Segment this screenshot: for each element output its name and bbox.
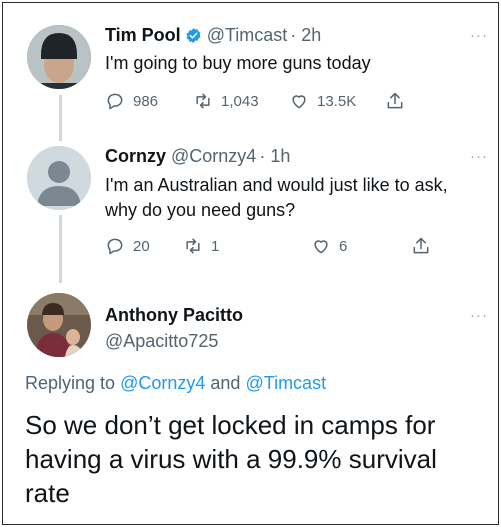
default-profile-icon [27, 146, 91, 210]
mention-link[interactable]: @Timcast [245, 373, 326, 393]
person-photo-icon [27, 293, 91, 357]
tweet-text-line: I'm an Australian and would just like to… [105, 175, 448, 195]
tweet-actions: 20 1 6 [105, 236, 439, 256]
more-options-icon[interactable]: ··· [470, 148, 488, 165]
share-icon [387, 92, 403, 109]
retweet-icon [196, 93, 210, 109]
share-button[interactable] [411, 236, 439, 256]
retweet-icon [186, 238, 200, 254]
person-photo-icon [27, 25, 91, 89]
display-name[interactable]: Cornzy [105, 146, 166, 167]
like-count: 13.5K [317, 92, 357, 110]
reply-icon [107, 238, 123, 255]
retweet-button[interactable]: 1,043 [193, 91, 289, 111]
tweet-text: I'm going to buy more guns today [105, 53, 371, 73]
share-button[interactable] [385, 91, 413, 111]
like-count: 6 [339, 237, 348, 255]
reply-count: 20 [133, 237, 150, 255]
reply-icon [107, 93, 123, 110]
tweet-text-line: why do you need guns? [105, 200, 296, 220]
like-button[interactable]: 6 [311, 236, 411, 256]
reply-text-line: rate [25, 478, 70, 508]
retweet-count: 1,043 [221, 92, 259, 110]
screenshot-frame: Tim Pool @Timcast · 2h ··· I'm going to … [2, 2, 499, 525]
reply-header-handle: @Apacitto725 [105, 331, 218, 352]
handle[interactable]: @Apacitto725 [105, 331, 218, 352]
handle[interactable]: @Timcast [207, 25, 288, 46]
retweet-button[interactable]: 1 [183, 236, 311, 256]
reply-count: 986 [133, 92, 159, 110]
heart-icon [314, 240, 328, 254]
verified-badge-icon [186, 28, 201, 43]
reply-text-line: So we don’t get locked in camps for [25, 410, 436, 440]
tweet-actions: 986 1,043 13.5K [105, 91, 413, 111]
reply-button[interactable]: 986 [105, 91, 193, 111]
replying-to-and: and [210, 373, 241, 393]
share-icon [413, 237, 429, 254]
mention-link[interactable]: @Cornzy4 [120, 373, 205, 393]
display-name[interactable]: Anthony Pacitto [105, 305, 243, 326]
like-button[interactable]: 13.5K [289, 91, 385, 111]
replying-to-line: Replying to @Cornzy4 and @Timcast [25, 373, 326, 394]
retweet-count: 1 [211, 237, 220, 255]
more-options-icon[interactable]: ··· [470, 27, 488, 44]
thread-line [59, 215, 62, 283]
reply-text-line: having a virus with a 99.9% survival [25, 444, 437, 474]
heart-icon [292, 95, 306, 109]
avatar-tim-pool[interactable] [27, 25, 91, 89]
more-options-icon[interactable]: ··· [470, 307, 488, 324]
timestamp[interactable]: · 2h [290, 25, 321, 46]
tweet-header: Tim Pool @Timcast · 2h [105, 25, 321, 46]
tweet-header: Cornzy @Cornzy4 · 1h [105, 146, 290, 167]
avatar-anthony-pacitto[interactable] [27, 293, 91, 357]
thread-line [59, 95, 62, 141]
reply-header-name: Anthony Pacitto [105, 305, 243, 326]
reply-text: So we don’t get locked in camps for havi… [25, 408, 485, 510]
display-name[interactable]: Tim Pool [105, 25, 181, 46]
reply-button[interactable]: 20 [105, 236, 183, 256]
replying-to-prefix: Replying to [25, 373, 116, 393]
tweet-text: I'm an Australian and would just like to… [105, 173, 448, 223]
handle[interactable]: @Cornzy4 [171, 146, 256, 167]
timestamp[interactable]: · 1h [259, 146, 290, 167]
avatar-cornzy[interactable] [27, 146, 91, 210]
